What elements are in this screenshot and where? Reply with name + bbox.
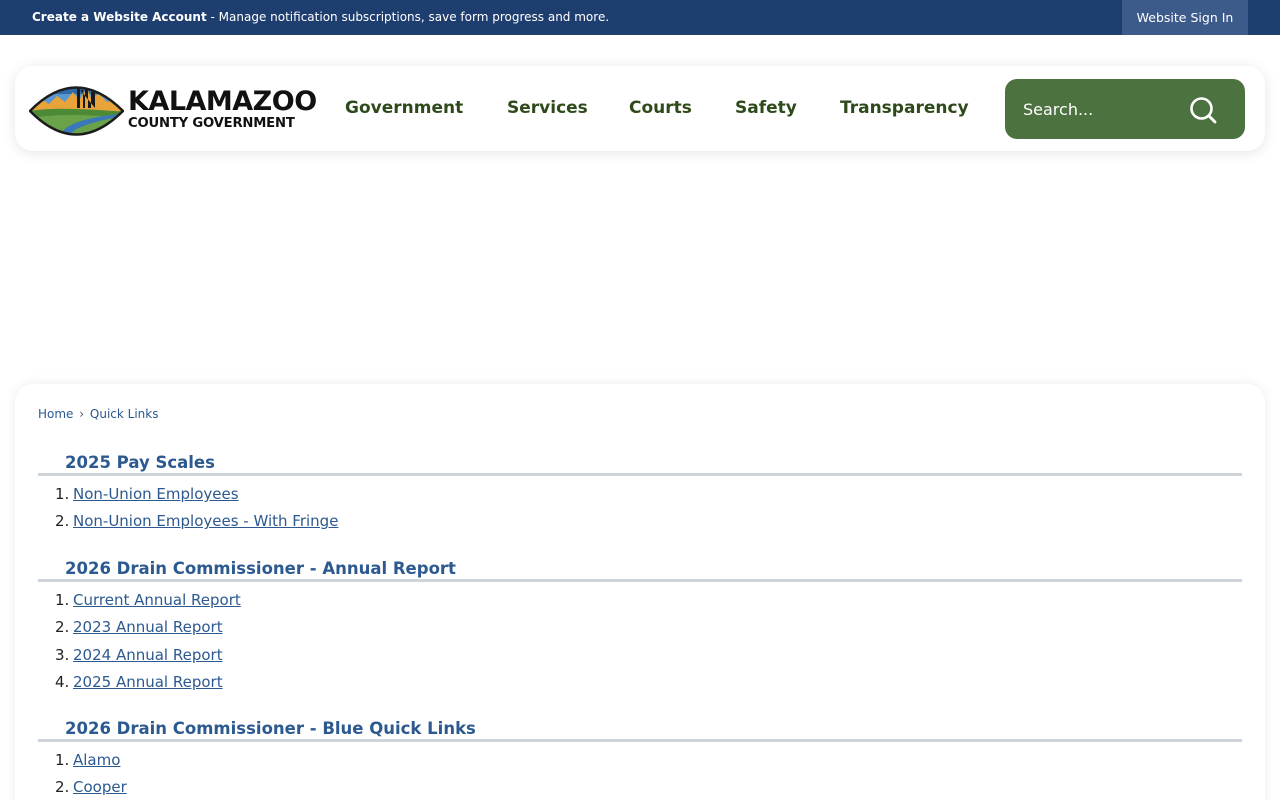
- nav-courts[interactable]: Courts: [629, 97, 692, 119]
- item-number: 1.: [55, 751, 70, 769]
- nav-services[interactable]: Services: [507, 97, 588, 119]
- top-bar: Create a Website Account - Manage notifi…: [0, 0, 1280, 35]
- list-item: 2. Cooper: [38, 778, 1242, 800]
- list-item: 2. 2023 Annual Report: [38, 618, 1242, 645]
- account-description: - Manage notification subscriptions, sav…: [206, 10, 610, 24]
- breadcrumb-separator: ›: [79, 407, 85, 421]
- list-item: 1. Non-Union Employees: [38, 485, 1242, 512]
- list-item: 1. Alamo: [38, 751, 1242, 778]
- list-item: 3. 2024 Annual Report: [38, 646, 1242, 673]
- section-annual-report: 2026 Drain Commissioner - Annual Report …: [38, 558, 1242, 700]
- quick-link[interactable]: Non-Union Employees: [73, 485, 239, 503]
- logo-subtitle: COUNTY GOVERNMENT: [128, 116, 295, 131]
- item-number: 3.: [55, 645, 70, 664]
- link-list: 1. Non-Union Employees 2. Non-Union Employ…: [38, 485, 1242, 540]
- quick-link[interactable]: Alamo: [73, 751, 120, 769]
- search-button[interactable]: [1187, 94, 1219, 126]
- nav-transparency[interactable]: Transparency: [840, 97, 969, 119]
- section-heading: 2025 Pay Scales: [38, 452, 1242, 476]
- link-list: 1. Current Annual Report 2. 2023 Annual Re…: [38, 591, 1242, 700]
- item-number: 2.: [55, 778, 70, 797]
- county-logo[interactable]: KALAMAZOO COUNTY GOVERNMENT: [29, 77, 317, 143]
- quick-link[interactable]: 2023 Annual Report: [73, 618, 223, 636]
- breadcrumb-quick-links[interactable]: Quick Links: [90, 407, 159, 421]
- item-number: 2.: [55, 512, 70, 531]
- item-number: 4.: [55, 672, 70, 691]
- quick-link[interactable]: 2024 Annual Report: [73, 646, 223, 664]
- account-message: Create a Website Account - Manage notifi…: [32, 10, 609, 25]
- county-landscape-logo-icon: [29, 86, 124, 136]
- quick-link[interactable]: Current Annual Report: [73, 591, 241, 609]
- quick-link[interactable]: 2025 Annual Report: [73, 673, 223, 691]
- section-blue-quick-links: 2026 Drain Commissioner - Blue Quick Lin…: [38, 718, 1242, 800]
- link-list: 1. Alamo 2. Cooper: [38, 751, 1242, 800]
- breadcrumb-home[interactable]: Home: [38, 407, 73, 421]
- section-pay-scales: 2025 Pay Scales 1. Non-Union Employees 2.…: [38, 452, 1242, 540]
- item-number: 1.: [55, 591, 70, 609]
- list-item: 1. Current Annual Report: [38, 591, 1242, 618]
- website-sign-in-button[interactable]: Website Sign In: [1122, 0, 1248, 35]
- search-input[interactable]: [1023, 93, 1183, 125]
- magnifier-icon: [1190, 97, 1217, 124]
- create-account-link[interactable]: Create a Website Account: [32, 10, 207, 24]
- breadcrumb: Home › Quick Links: [38, 407, 158, 422]
- item-number: 2.: [55, 618, 70, 637]
- nav-safety[interactable]: Safety: [735, 97, 797, 119]
- item-number: 1.: [55, 485, 70, 503]
- site-header: KALAMAZOO COUNTY GOVERNMENT Government S…: [15, 66, 1265, 151]
- section-heading: 2026 Drain Commissioner - Blue Quick Lin…: [38, 718, 1242, 742]
- nav-government[interactable]: Government: [345, 97, 463, 119]
- list-item: 2. Non-Union Employees - With Fringe: [38, 512, 1242, 539]
- logo-title: KALAMAZOO: [128, 86, 317, 117]
- content-panel: Home › Quick Links 2025 Pay Scales 1. Non…: [15, 384, 1265, 800]
- list-item: 4. 2025 Annual Report: [38, 673, 1242, 700]
- quick-link[interactable]: Cooper: [73, 778, 127, 796]
- site-search: [1005, 79, 1245, 139]
- quick-link[interactable]: Non-Union Employees - With Fringe: [73, 512, 338, 530]
- section-heading: 2026 Drain Commissioner - Annual Report: [38, 558, 1242, 582]
